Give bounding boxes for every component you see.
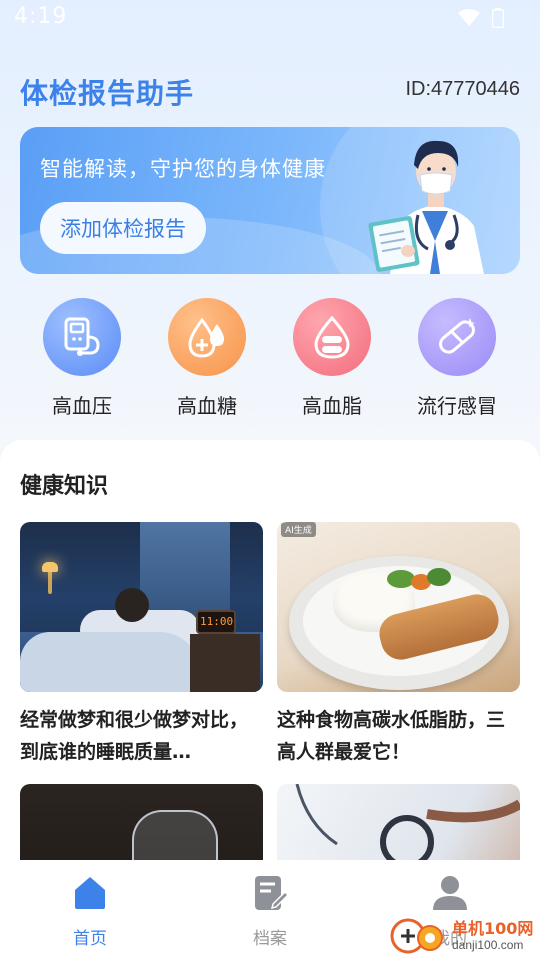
- article-image-water: [20, 784, 263, 860]
- category-flu[interactable]: 流行感冒: [407, 298, 507, 419]
- article-card-food[interactable]: AI生成 这种食物高碳水低脂肪，三高人群最爱它！: [277, 522, 520, 768]
- article-image-sleep: 11:00: [20, 522, 263, 692]
- blood-drop-pill-icon: [314, 315, 350, 359]
- article-image-checkup: [277, 784, 520, 860]
- health-knowledge-section: 健康知识 11:00 经常做梦和很少做梦对比，到底谁的睡眠质量… AI生成 这种…: [0, 440, 540, 860]
- watermark-logo-icon: [390, 918, 443, 954]
- document-edit-icon: [255, 876, 290, 910]
- section-title: 健康知识: [20, 474, 109, 499]
- watermark-text: 单机100网: [452, 919, 534, 938]
- category-label: 流行感冒: [417, 394, 497, 418]
- category-hyperglycemia[interactable]: 高血糖: [157, 298, 257, 419]
- battery-icon: [491, 8, 505, 32]
- article-card-sleep[interactable]: 11:00 经常做梦和很少做梦对比，到底谁的睡眠质量…: [20, 522, 263, 768]
- add-report-button[interactable]: 添加体检报告: [40, 202, 206, 254]
- nav-home-label: 首页: [73, 929, 107, 949]
- article-image-food: AI生成: [277, 522, 520, 692]
- banner-slogan: 智能解读，守护您的身体健康: [40, 157, 326, 181]
- article-card-checkup[interactable]: [277, 784, 520, 860]
- home-icon: [75, 877, 105, 909]
- category-hypertension[interactable]: 高血压: [32, 298, 132, 419]
- nav-records-label: 档案: [253, 929, 287, 949]
- status-time: 4:19: [14, 4, 68, 29]
- nav-records[interactable]: 档案: [220, 874, 320, 949]
- blood-drop-plus-icon: [188, 317, 224, 358]
- hero-banner: 智能解读，守护您的身体健康 添加体检报告: [20, 127, 520, 274]
- ai-generated-badge: AI生成: [281, 522, 316, 537]
- wifi-icon: [458, 9, 480, 31]
- status-bar: 4:19: [0, 0, 540, 40]
- article-title: 这种食物高碳水低脂肪，三高人群最爱它！: [277, 709, 506, 763]
- capsule-icon: [439, 318, 475, 354]
- category-circle: [418, 298, 496, 376]
- nav-home[interactable]: 首页: [40, 874, 140, 949]
- clock-readout: 11:00: [200, 615, 234, 628]
- category-circle: [293, 298, 371, 376]
- category-label: 高血脂: [302, 394, 362, 418]
- doctor-illustration: [368, 140, 484, 274]
- category-label: 高血压: [52, 394, 112, 418]
- article-title: 经常做梦和很少做梦对比，到底谁的睡眠质量…: [20, 709, 249, 763]
- category-circle: [168, 298, 246, 376]
- category-hyperlipidemia[interactable]: 高血脂: [282, 298, 382, 419]
- watermark-url: danji100.com: [452, 938, 524, 952]
- article-card-water[interactable]: [20, 784, 263, 860]
- blood-pressure-monitor-icon: [64, 317, 100, 356]
- app-title: 体检报告助手: [20, 77, 195, 110]
- stethoscope-illustration: [295, 784, 520, 860]
- category-label: 高血糖: [177, 394, 237, 418]
- site-watermark: 单机100网 danji100.com: [388, 916, 533, 956]
- status-icons: [458, 8, 505, 32]
- category-circle: [43, 298, 121, 376]
- person-icon: [433, 876, 467, 910]
- user-id: ID:47770446: [405, 78, 520, 100]
